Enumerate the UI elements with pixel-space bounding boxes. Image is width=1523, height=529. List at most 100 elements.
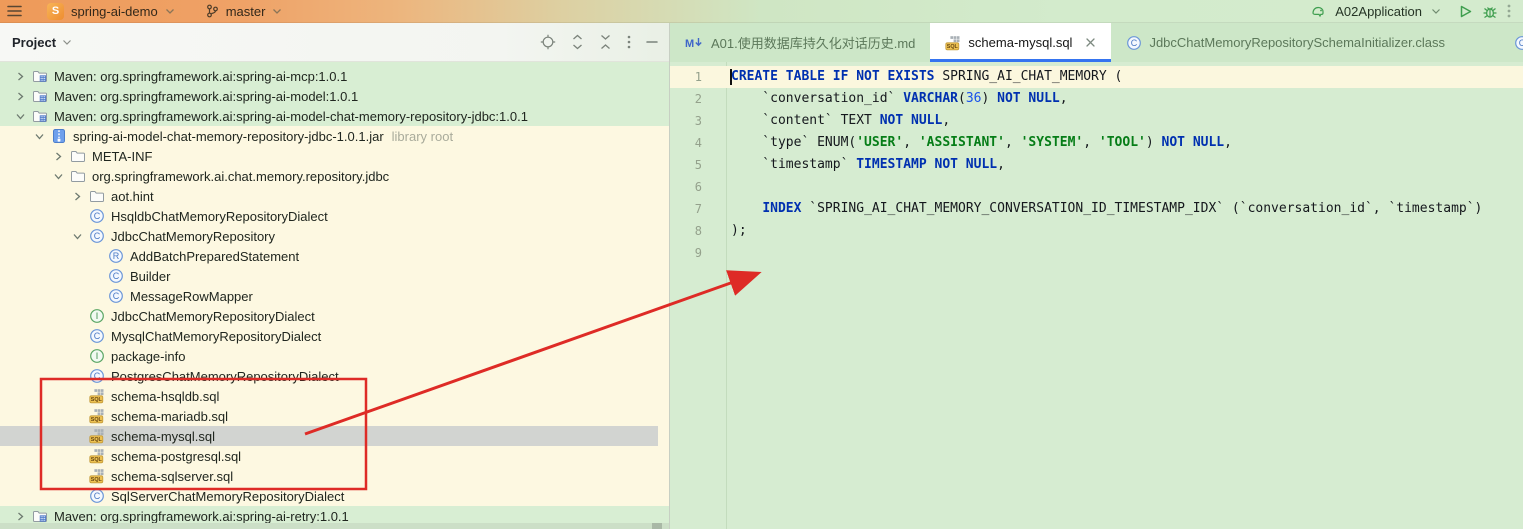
folder-icon [70, 168, 86, 184]
chevron-down-icon[interactable] [33, 130, 45, 142]
chevron-down-icon[interactable] [52, 170, 64, 182]
chevron-down-icon[interactable] [1431, 7, 1441, 15]
more-options-icon[interactable] [627, 35, 631, 49]
svg-text:SQL: SQL [91, 437, 103, 443]
tree-row[interactable]: CJdbcChatMemoryRepository [0, 226, 670, 246]
tree-row[interactable]: Maven: org.springframework.ai:spring-ai-… [0, 66, 670, 86]
tree-row[interactable]: CBuilder [0, 266, 670, 286]
project-name[interactable]: spring-ai-demo [71, 4, 158, 19]
chevron-right-icon[interactable] [14, 70, 26, 82]
tree-row[interactable]: RAddBatchPreparedStatement [0, 246, 670, 266]
class-icon: C [1126, 35, 1142, 51]
locate-file-icon[interactable] [540, 34, 556, 50]
tree-row[interactable]: SQLschema-mariadb.sql [0, 406, 670, 426]
class-icon: C [108, 288, 124, 304]
tree-row[interactable]: aot.hint [0, 186, 670, 206]
tab-label: JdbcChatMemoryRepositorySchemaInitialize… [1149, 35, 1445, 50]
line-number: 9 [670, 242, 702, 264]
chevron-down-icon[interactable] [14, 110, 26, 122]
tree-row[interactable]: CPostgresChatMemoryRepositoryDialect [0, 366, 670, 386]
project-logo-icon[interactable]: S [47, 3, 64, 20]
code-line: 2 `conversation_id` VARCHAR(36) NOT NULL… [670, 88, 1523, 110]
chevron-spacer [71, 210, 83, 222]
tree-row[interactable]: CSqlServerChatMemoryRepositoryDialect [0, 486, 670, 506]
main-toolbar: S spring-ai-demo master A02Application [0, 0, 1523, 23]
more-actions-icon[interactable] [1507, 4, 1511, 18]
tree-row[interactable]: IJdbcChatMemoryRepositoryDialect [0, 306, 670, 326]
svg-text:SQL: SQL [91, 397, 103, 403]
horizontal-scrollbar[interactable] [0, 523, 670, 529]
chevron-right-icon[interactable] [14, 90, 26, 102]
chevron-right-icon[interactable] [71, 190, 83, 202]
tree-item-label: MessageRowMapper [130, 289, 253, 304]
tree-row[interactable]: META-INF [0, 146, 670, 166]
tree-item-label: org.springframework.ai.chat.memory.repos… [92, 169, 389, 184]
chevron-down-icon[interactable] [71, 230, 83, 242]
tree-item-label: SqlServerChatMemoryRepositoryDialect [111, 489, 344, 504]
chevron-right-icon[interactable] [14, 510, 26, 522]
tree-row[interactable]: C MessageRowMapper [0, 286, 670, 306]
jar-icon [51, 128, 67, 144]
svg-text:C: C [94, 331, 101, 341]
chevron-right-icon[interactable] [52, 150, 64, 162]
chevron-down-icon[interactable] [165, 7, 175, 15]
close-icon[interactable] [1085, 37, 1096, 48]
tree-row[interactable]: SQLschema-postgresql.sql [0, 446, 670, 466]
chevron-down-icon[interactable] [272, 7, 282, 15]
tree-row[interactable]: CMysqlChatMemoryRepositoryDialect [0, 326, 670, 346]
interface-icon: I [89, 348, 105, 364]
run-button[interactable] [1458, 4, 1473, 19]
folder-icon [89, 188, 105, 204]
editor-tab[interactable]: C JdbcChatMemoryRepositorySchemaInitializ… [1111, 23, 1460, 62]
folder-icon [70, 148, 86, 164]
debug-button[interactable] [1482, 4, 1498, 19]
chevron-spacer [90, 270, 102, 282]
chevron-down-icon[interactable] [62, 38, 72, 46]
editor-tab-bar: MA01.使用数据库持久化对话历史.mdSQLschema-mysql.sqlC… [670, 23, 1523, 62]
tree-row[interactable]: Ipackage-info [0, 346, 670, 366]
line-number: 2 [670, 88, 702, 110]
tree-row[interactable]: CHsqldbChatMemoryRepositoryDialect [0, 206, 670, 226]
hamburger-menu-icon[interactable] [7, 5, 22, 17]
tree-item-label: Builder [130, 269, 170, 284]
svg-text:C: C [113, 291, 120, 301]
hide-panel-icon[interactable] [646, 40, 658, 44]
class-icon[interactable]: C [1514, 23, 1523, 62]
tree-row[interactable]: SQLschema-mysql.sql [0, 426, 670, 446]
line-number: 5 [670, 154, 702, 176]
project-tree[interactable]: Maven: org.springframework.ai:spring-ai-… [0, 62, 670, 529]
project-panel-header: Project [0, 23, 670, 62]
tree-item-label: schema-hsqldb.sql [111, 389, 219, 404]
code-line: 8); [670, 220, 1523, 242]
class-icon: C [89, 368, 105, 384]
tab-label: A01.使用数据库持久化对话历史.md [711, 33, 915, 52]
sql-icon: SQL [89, 408, 105, 424]
tree-row[interactable]: Maven: org.springframework.ai:spring-ai-… [0, 86, 670, 106]
text-caret [730, 69, 732, 85]
tree-item-label: aot.hint [111, 189, 154, 204]
expand-all-icon[interactable] [571, 34, 584, 50]
tree-item-label: META-INF [92, 149, 152, 164]
collapse-all-icon[interactable] [599, 34, 612, 50]
svg-text:C: C [94, 211, 101, 221]
code-line: 7 INDEX `SPRING_AI_CHAT_MEMORY_CONVERSAT… [670, 198, 1523, 220]
chevron-spacer [71, 470, 83, 482]
code-line: 1CREATE TABLE IF NOT EXISTS SPRING_AI_CH… [670, 66, 1523, 88]
editor-tab[interactable]: MA01.使用数据库持久化对话历史.md [670, 23, 930, 62]
git-branch-icon[interactable] [206, 4, 219, 18]
branch-name[interactable]: master [226, 4, 266, 19]
tree-row[interactable]: spring-ai-model-chat-memory-repository-j… [0, 126, 670, 146]
svg-text:SQL: SQL [947, 44, 959, 50]
run-config-name[interactable]: A02Application [1335, 4, 1422, 19]
run-configuration-icon[interactable] [1310, 4, 1326, 18]
tree-item-label: schema-sqlserver.sql [111, 469, 233, 484]
project-panel-title[interactable]: Project [12, 35, 56, 50]
tree-row[interactable]: Maven: org.springframework.ai:spring-ai-… [0, 106, 670, 126]
tree-row[interactable]: org.springframework.ai.chat.memory.repos… [0, 166, 670, 186]
code-editor[interactable]: 1CREATE TABLE IF NOT EXISTS SPRING_AI_CH… [670, 62, 1523, 529]
scrollbar-thumb[interactable] [652, 523, 662, 529]
tree-row[interactable]: SQLschema-sqlserver.sql [0, 466, 670, 486]
tree-row[interactable]: SQL schema-hsqldb.sql [0, 386, 670, 406]
svg-text:C: C [1519, 38, 1523, 48]
editor-tab[interactable]: SQLschema-mysql.sql [930, 23, 1111, 62]
